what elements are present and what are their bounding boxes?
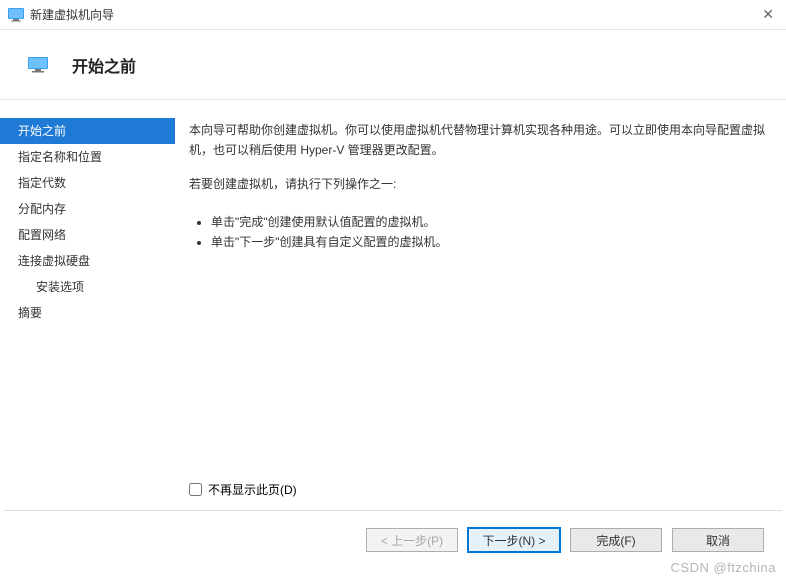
main-panel: 本向导可帮助你创建虚拟机。你可以使用虚拟机代替物理计算机实现各种用途。可以立即使…	[175, 100, 786, 510]
button-row: < 上一步(P) 下一步(N) > 完成(F) 取消	[0, 511, 786, 569]
sidebar-step-1[interactable]: 指定名称和位置	[0, 144, 175, 170]
intro-text: 本向导可帮助你创建虚拟机。你可以使用虚拟机代替物理计算机实现各种用途。可以立即使…	[189, 120, 772, 160]
page-heading: 开始之前	[72, 53, 136, 77]
app-icon	[8, 7, 24, 23]
prev-button: < 上一步(P)	[366, 528, 458, 552]
titlebar: 新建虚拟机向导 ✕	[0, 0, 786, 30]
sidebar-step-0[interactable]: 开始之前	[0, 118, 175, 144]
sidebar-step-5[interactable]: 连接虚拟硬盘	[0, 248, 175, 274]
sidebar-step-2[interactable]: 指定代数	[0, 170, 175, 196]
sidebar-step-3[interactable]: 分配内存	[0, 196, 175, 222]
skip-checkbox-row: 不再显示此页(D)	[189, 481, 297, 498]
wizard-steps-sidebar: 开始之前指定名称和位置指定代数分配内存配置网络连接虚拟硬盘安装选项摘要	[0, 100, 175, 510]
wizard-header: 开始之前	[0, 30, 786, 100]
sidebar-step-6[interactable]: 安装选项	[0, 274, 175, 300]
sidebar-step-7[interactable]: 摘要	[0, 300, 175, 326]
monitor-icon	[28, 57, 48, 73]
next-button[interactable]: 下一步(N) >	[468, 528, 560, 552]
close-icon[interactable]: ✕	[762, 6, 774, 23]
content-area: 开始之前指定名称和位置指定代数分配内存配置网络连接虚拟硬盘安装选项摘要 本向导可…	[0, 100, 786, 510]
subhead-text: 若要创建虚拟机，请执行下列操作之一:	[189, 174, 772, 194]
finish-button[interactable]: 完成(F)	[570, 528, 662, 552]
sidebar-step-4[interactable]: 配置网络	[0, 222, 175, 248]
options-list: 单击"完成"创建使用默认值配置的虚拟机。单击"下一步"创建具有自定义配置的虚拟机…	[189, 212, 772, 252]
bullet-item-0: 单击"完成"创建使用默认值配置的虚拟机。	[211, 212, 772, 232]
skip-checkbox[interactable]	[189, 483, 202, 496]
skip-checkbox-label[interactable]: 不再显示此页(D)	[208, 481, 297, 498]
cancel-button[interactable]: 取消	[672, 528, 764, 552]
window-title: 新建虚拟机向导	[30, 6, 114, 23]
bullet-item-1: 单击"下一步"创建具有自定义配置的虚拟机。	[211, 232, 772, 252]
